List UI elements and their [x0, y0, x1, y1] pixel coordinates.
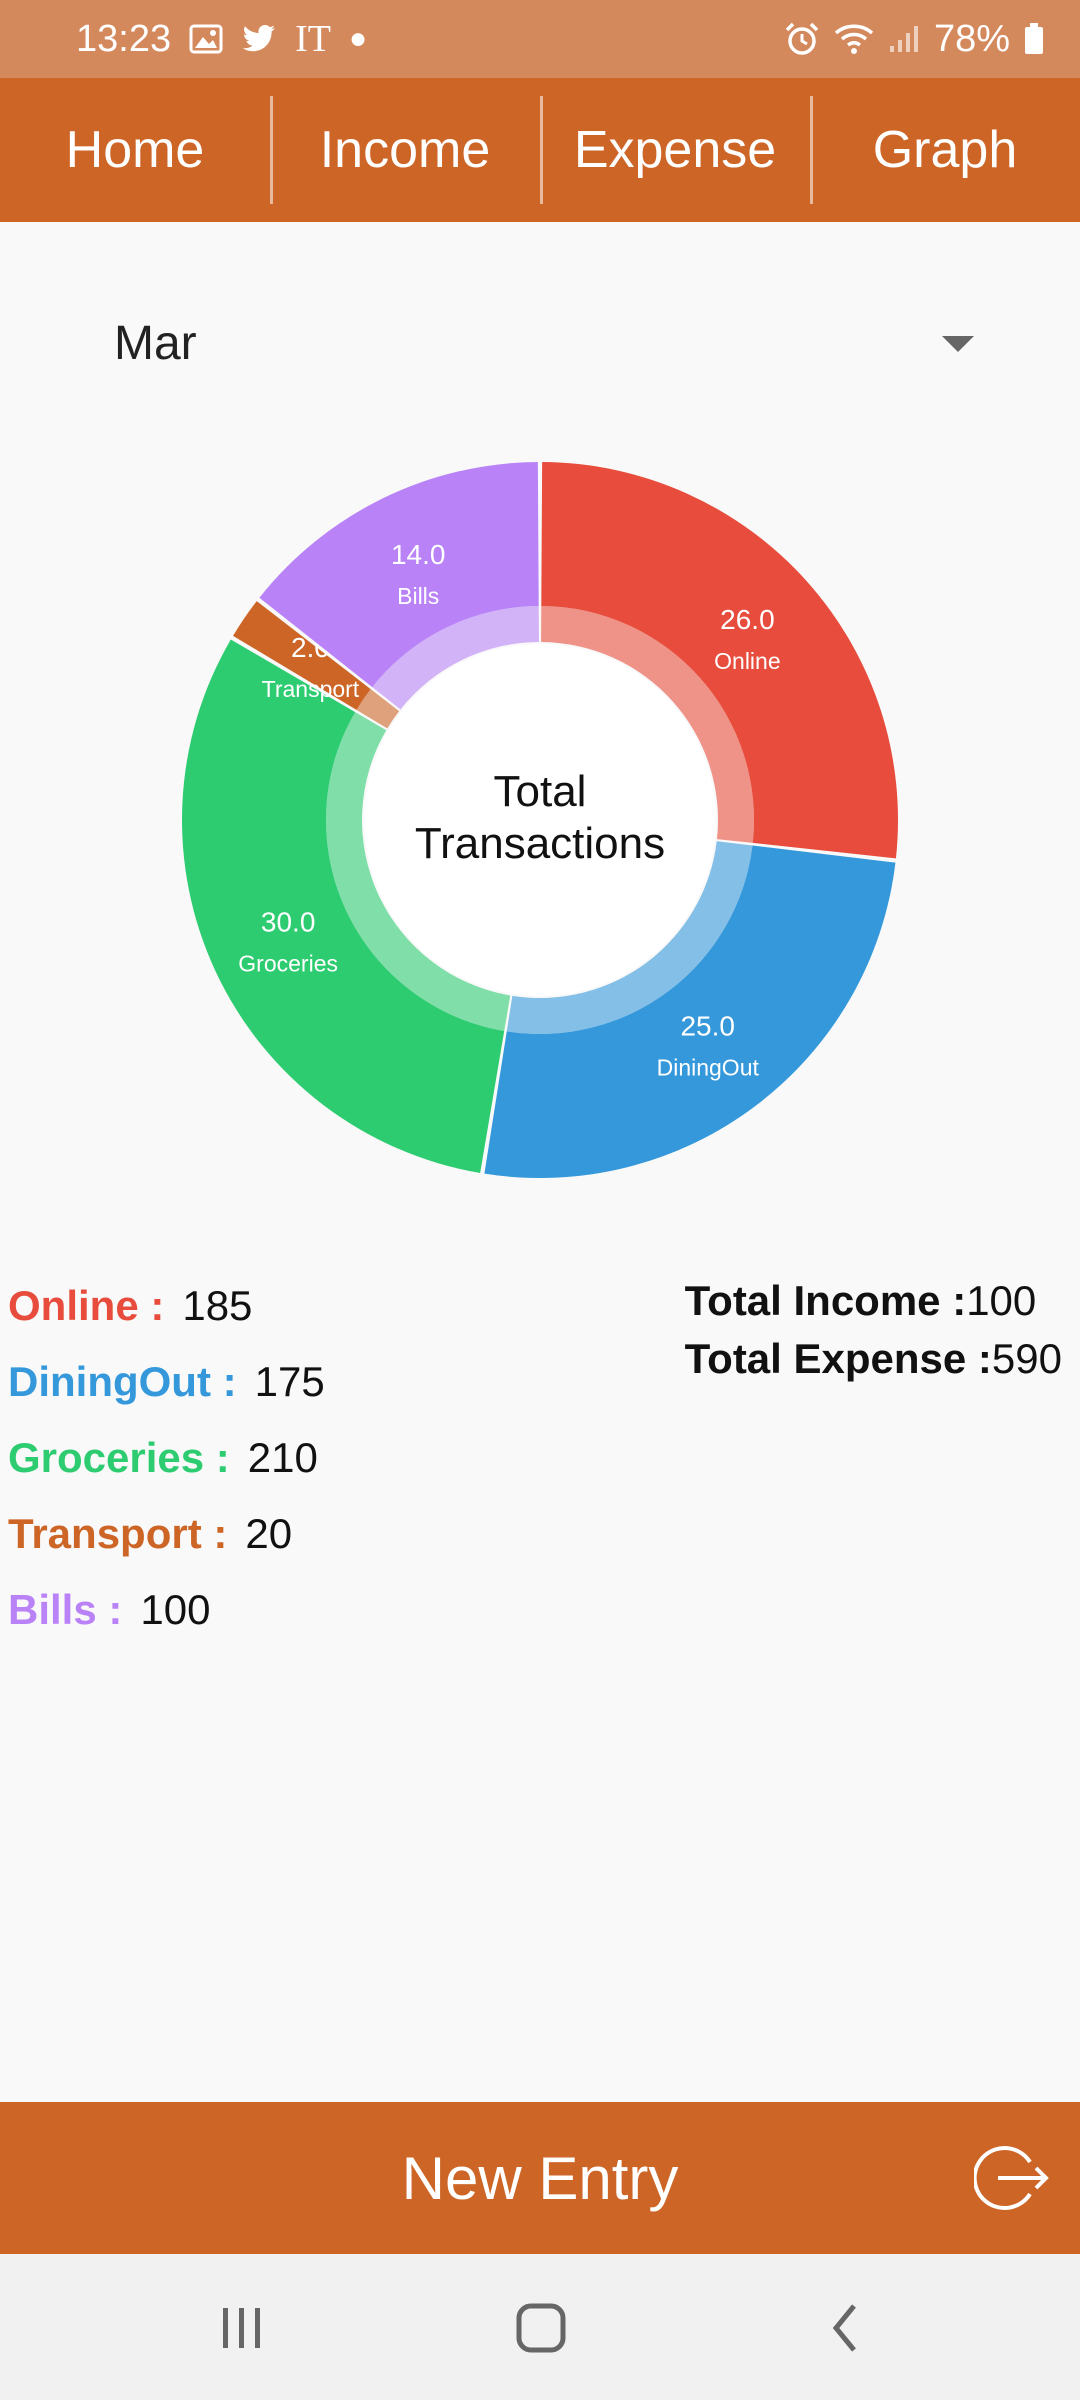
legend-value: 100: [140, 1586, 211, 1633]
slice-category-label: Bills: [397, 583, 439, 609]
slice-value-label: 25.0: [680, 1011, 735, 1042]
legend-item-online: Online : 185: [8, 1268, 325, 1344]
slice-value-label: 26.0: [720, 604, 775, 635]
recents-icon[interactable]: [207, 2292, 277, 2362]
legend-label: Transport :: [8, 1510, 228, 1557]
legend-label: Online :: [8, 1282, 165, 1329]
gallery-icon: [189, 24, 223, 54]
totals-summary: Total Income : 100 Total Expense : 590: [685, 1272, 1062, 1388]
legend-item-bills: Bills : 100: [8, 1572, 325, 1648]
status-right: 78%: [784, 0, 1044, 78]
status-bar: 13:23 IT ● 78%: [0, 0, 1080, 78]
tab-income[interactable]: Income: [270, 78, 540, 222]
legend-item-transport: Transport : 20: [8, 1496, 325, 1572]
alarm-icon: [784, 21, 820, 57]
home-icon[interactable]: [505, 2292, 575, 2362]
total-expense-value: 590: [991, 1335, 1062, 1382]
slice-category-label: Transport: [262, 676, 360, 702]
donut-chart-svg: 26.0Online25.0DiningOut30.0Groceries2.0T…: [181, 462, 898, 1178]
tab-graph[interactable]: Graph: [810, 78, 1080, 222]
status-left: 13:23 IT ●: [76, 0, 367, 78]
total-income-label: Total Income :: [684, 1277, 967, 1324]
slice-category-label: Online: [714, 648, 780, 674]
tab-home[interactable]: Home: [0, 78, 270, 222]
logout-icon[interactable]: [972, 2140, 1050, 2216]
legend-label: DiningOut :: [8, 1358, 237, 1405]
slice-value-label: 30.0: [261, 907, 316, 938]
system-nav-bar: [0, 2254, 1080, 2400]
battery-percent: 78%: [933, 17, 1010, 60]
legend-value: 175: [254, 1358, 325, 1405]
app-screen: 13:23 IT ● 78% Home Income Expense Graph…: [0, 0, 1080, 2400]
month-selected-value: Mar: [114, 317, 197, 370]
new-entry-bar: New Entry: [0, 2102, 1080, 2254]
twitter-icon: [241, 24, 277, 54]
tab-expense[interactable]: Expense: [540, 78, 810, 222]
wifi-icon: [834, 23, 874, 55]
slice-category-label: Groceries: [238, 951, 338, 977]
legend-value: 210: [247, 1434, 318, 1481]
top-tab-bar: Home Income Expense Graph: [0, 78, 1080, 222]
center-text-line-1: Total: [494, 767, 587, 816]
total-expense: Total Expense : 590: [685, 1330, 1062, 1388]
expense-donut-chart: 26.0 Online 25.0 DiningOut 30.0 Groceries 2.0 T…: [0, 420, 1080, 1220]
month-dropdown[interactable]: Mar: [84, 300, 1004, 390]
slice-category-label: DiningOut: [657, 1055, 760, 1081]
carrier-label: IT: [295, 18, 331, 60]
new-entry-button[interactable]: New Entry: [0, 2102, 1080, 2254]
chevron-down-icon: [942, 336, 974, 352]
total-income: Total Income : 100: [685, 1272, 1062, 1330]
center-text-line-2: Transactions: [415, 819, 665, 868]
legend-label: Bills :: [8, 1586, 123, 1633]
total-expense-label: Total Expense :: [684, 1335, 992, 1382]
category-legend: Online : 185 DiningOut : 175 Groceries :…: [8, 1268, 325, 1648]
dot-indicator: ●: [348, 22, 368, 55]
legend-label: Groceries :: [8, 1434, 230, 1481]
total-income-value: 100: [966, 1277, 1037, 1324]
legend-value: 185: [182, 1282, 253, 1329]
battery-icon: [1024, 23, 1044, 55]
signal-icon: [888, 24, 920, 54]
slice-value-label: 14.0: [391, 539, 446, 570]
legend-value: 20: [245, 1510, 293, 1557]
legend-item-groceries: Groceries : 210: [8, 1420, 325, 1496]
status-time: 13:23: [76, 17, 172, 60]
legend-item-diningout: DiningOut : 175: [8, 1344, 325, 1420]
back-icon[interactable]: [810, 2292, 880, 2362]
